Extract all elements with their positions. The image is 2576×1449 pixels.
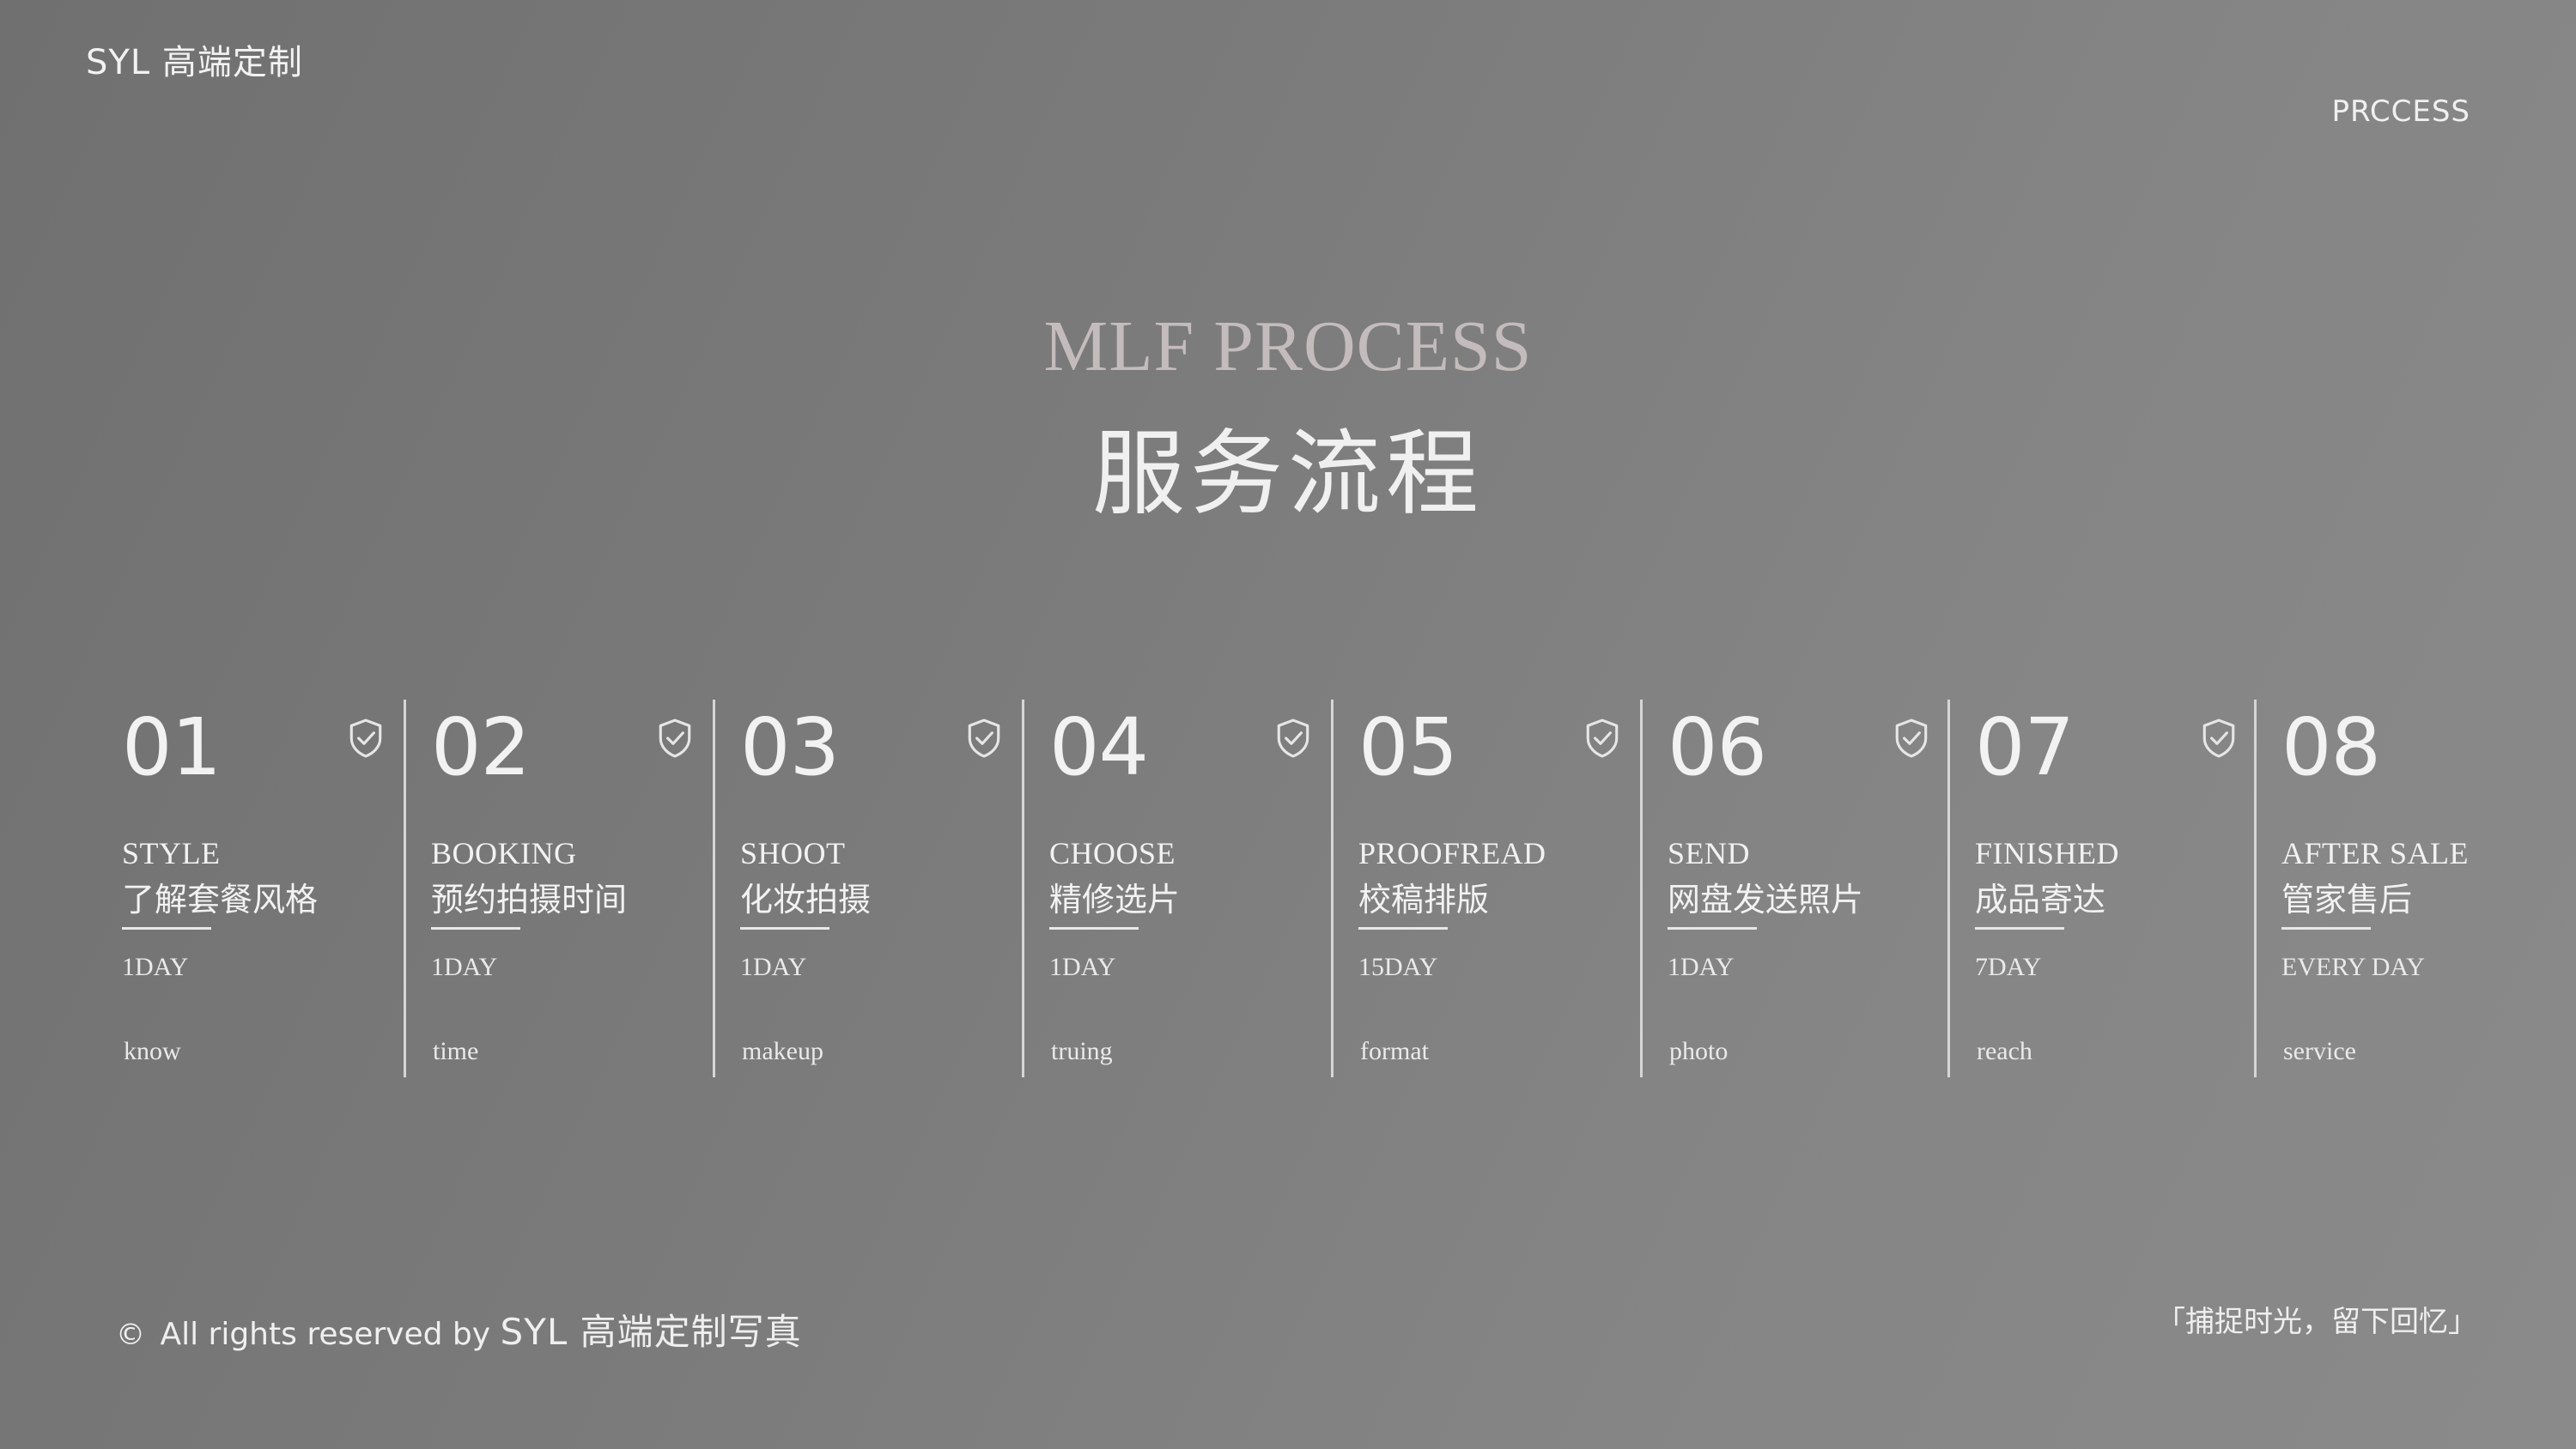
step-underline: [2281, 927, 2371, 930]
step-divider: [1947, 700, 1950, 1077]
step-underline: [1358, 927, 1448, 930]
step-number: 08: [2281, 701, 2381, 793]
step-number: 03: [740, 701, 840, 793]
step-keyword: reach: [1977, 1037, 2032, 1065]
step-divider: [2254, 700, 2257, 1077]
step-keyword: makeup: [742, 1037, 823, 1065]
step-02: 02 BOOKING 预约拍摄时间 1DAY time: [404, 700, 713, 1077]
step-underline: [431, 927, 520, 930]
step-title-english: CHOOSE: [1049, 836, 1176, 870]
step-01: 01 STYLE 了解套餐风格 1DAY know: [94, 700, 404, 1077]
shield-check-icon: [349, 718, 382, 758]
page-title-english: MLF PROCESS: [1043, 306, 1533, 386]
process-steps: 01 STYLE 了解套餐风格 1DAY know 02 BOOKING 预约拍…: [94, 700, 2499, 1077]
step-underline: [1668, 927, 1757, 930]
step-title-chinese: 精修选片: [1049, 881, 1181, 919]
step-number: 04: [1049, 701, 1149, 793]
step-title-chinese: 成品寄达: [1975, 881, 2106, 919]
step-keyword: know: [124, 1037, 181, 1065]
step-title-chinese: 管家售后: [2281, 881, 2413, 919]
step-title-english: SHOOT: [740, 836, 846, 870]
step-title-english: PROOFREAD: [1358, 836, 1546, 870]
step-duration: 15DAY: [1358, 953, 1438, 981]
step-divider: [1331, 700, 1334, 1077]
brand-logo-text: SYL 高端定制: [86, 43, 303, 82]
step-underline: [1049, 927, 1139, 930]
step-divider: [1640, 700, 1643, 1077]
step-keyword: format: [1360, 1037, 1429, 1065]
step-number: 07: [1975, 701, 2075, 793]
step-06: 06 SEND 网盘发送照片 1DAY photo: [1640, 700, 1949, 1077]
step-duration: EVERY DAY: [2281, 953, 2425, 981]
step-title-chinese: 了解套餐风格: [122, 881, 319, 919]
page-title-chinese: 服务流程: [1091, 421, 1484, 528]
step-title-english: AFTER SALE: [2281, 836, 2470, 870]
shield-check-icon: [2202, 718, 2235, 758]
shield-check-icon: [968, 718, 1000, 758]
step-number: 02: [431, 701, 531, 793]
step-duration: 1DAY: [122, 953, 189, 981]
step-05: 05 PROOFREAD 校稿排版 15DAY format: [1331, 700, 1640, 1077]
step-07: 07 FINISHED 成品寄达 7DAY reach: [1947, 700, 2257, 1077]
step-keyword: truing: [1051, 1037, 1113, 1065]
step-number: 05: [1358, 701, 1458, 793]
rights-text: All rights reserved by: [160, 1317, 491, 1352]
step-04: 04 CHOOSE 精修选片 1DAY truing: [1022, 700, 1331, 1077]
step-keyword: service: [2283, 1037, 2356, 1065]
step-title-chinese: 预约拍摄时间: [431, 881, 628, 919]
slogan: 「捕捉时光，留下回忆」: [2156, 1305, 2477, 1339]
step-divider: [713, 700, 715, 1077]
step-title-chinese: 网盘发送照片: [1668, 881, 1864, 919]
shield-check-icon: [1277, 718, 1309, 758]
step-08: 08 AFTER SALE 管家售后 EVERY DAY service: [2254, 700, 2499, 1077]
step-title-english: BOOKING: [431, 836, 577, 870]
shield-check-icon: [1586, 718, 1619, 758]
shield-check-icon: [659, 718, 691, 758]
step-duration: 1DAY: [740, 953, 807, 981]
step-underline: [740, 927, 829, 930]
step-underline: [122, 927, 211, 930]
process-label: PRCCESS: [2331, 94, 2470, 129]
step-duration: 1DAY: [1049, 953, 1116, 981]
step-underline: [1975, 927, 2064, 930]
step-duration: 7DAY: [1975, 953, 2042, 981]
copyright-notice: © All rights reserved by SYL 高端定制写真: [116, 1303, 802, 1355]
step-title-english: SEND: [1668, 836, 1751, 870]
footer-brand: SYL 高端定制写真: [500, 1311, 802, 1353]
step-duration: 1DAY: [1668, 953, 1735, 981]
step-divider: [1022, 700, 1024, 1077]
step-divider: [404, 700, 406, 1077]
shield-check-icon: [1895, 718, 1928, 758]
step-title-english: STYLE: [122, 836, 221, 870]
step-number: 06: [1668, 701, 1767, 793]
step-title-chinese: 化妆拍摄: [740, 881, 872, 919]
step-title-chinese: 校稿排版: [1358, 881, 1490, 919]
step-number: 01: [122, 701, 222, 793]
copyright-symbol: ©: [116, 1318, 145, 1352]
step-keyword: photo: [1669, 1037, 1728, 1065]
step-title-english: FINISHED: [1975, 836, 2120, 870]
step-duration: 1DAY: [431, 953, 498, 981]
step-03: 03 SHOOT 化妆拍摄 1DAY makeup: [713, 700, 1022, 1077]
step-keyword: time: [433, 1037, 479, 1065]
